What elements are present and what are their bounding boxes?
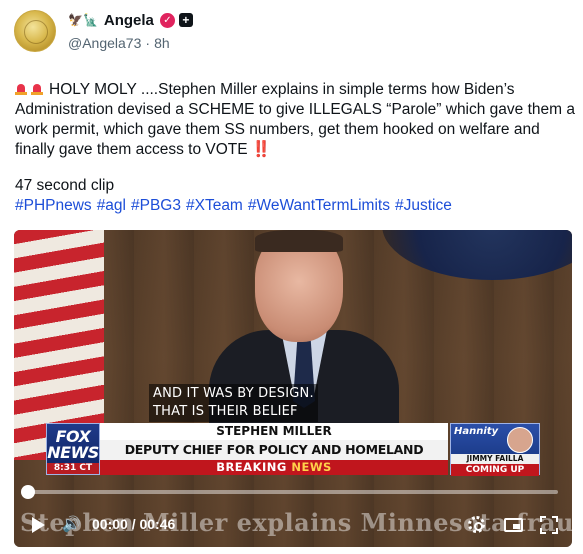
verified-badge-icon: ✓	[159, 12, 175, 28]
hashtag-list: #PHPnews #agl #PBG3 #XTeam #WeWantTermLi…	[15, 197, 452, 215]
subscribe-plus-icon[interactable]: +	[178, 13, 193, 27]
duration: 00:46	[139, 516, 176, 532]
hashtag-link[interactable]: #Justice	[395, 197, 452, 215]
volume-icon[interactable]: 🔊	[62, 515, 81, 533]
video-controls: 🔊 00:00 / 00:46	[14, 503, 572, 547]
caption-line-1: AND IT WAS BY DESIGN.	[153, 386, 314, 401]
double-exclamation-icon: ‼️	[251, 141, 272, 158]
hashtag-link[interactable]: #XTeam	[186, 197, 243, 215]
author-handle[interactable]: @Angela73	[68, 35, 141, 51]
video-caption: AND IT WAS BY DESIGN. THAT IS THEIR BELI…	[149, 384, 318, 422]
hashtag-link[interactable]: #PHPnews	[15, 197, 92, 215]
name-emoji-prefix: 🦅🗽	[68, 13, 98, 27]
post-header: 🦅🗽 Angela ✓ +	[68, 10, 193, 30]
author-name[interactable]: Angela	[104, 12, 154, 29]
current-time: 00:00	[92, 516, 128, 532]
picture-in-picture-icon[interactable]	[504, 518, 523, 532]
network-logo-line-2: NEWS	[47, 443, 99, 462]
time-readout: 00:00 / 00:46	[92, 516, 176, 532]
caption-line-2: THAT IS THEIR BELIEF	[153, 404, 298, 419]
hashtag-link[interactable]: #WeWantTermLimits	[248, 197, 390, 215]
avatar[interactable]	[14, 10, 56, 52]
breaking-news-bar: BREAKING NEWS	[100, 460, 448, 475]
post-text-main: HOLY MOLY ....Stephen Miller explains in…	[15, 81, 575, 158]
show-name: Hannity	[454, 426, 499, 437]
hashtag-link[interactable]: #PBG3	[131, 197, 181, 215]
gear-icon[interactable]	[468, 516, 485, 533]
breaking-word: BREAKING	[216, 460, 287, 474]
news-word: NEWS	[291, 460, 332, 474]
siren-icon	[31, 83, 43, 95]
author-meta: @Angela73 · 8h	[68, 35, 170, 51]
siren-icon	[15, 83, 27, 95]
guest-name: JIMMY FAILLA	[451, 454, 539, 464]
coming-up-label: COMING UP	[451, 464, 539, 476]
progress-scrubber-handle[interactable]	[21, 485, 35, 499]
video-player[interactable]: AND IT WAS BY DESIGN. THAT IS THEIR BELI…	[14, 230, 572, 547]
broadcast-time: 8:31 CT	[47, 463, 99, 474]
chyron-title: DEPUTY CHIEF FOR POLICY AND HOMELAND SEC…	[100, 440, 448, 477]
video-progress-bar[interactable]	[28, 490, 558, 494]
fullscreen-icon[interactable]	[540, 516, 558, 534]
play-icon[interactable]	[32, 517, 45, 533]
network-logo: FOX NEWS 8:31 CT	[46, 423, 100, 475]
guest-photo	[507, 427, 533, 453]
hashtag-link[interactable]: #agl	[97, 197, 126, 215]
upcoming-show-box: Hannity JIMMY FAILLA COMING UP	[450, 423, 540, 476]
post-time[interactable]: 8h	[154, 35, 170, 51]
clip-length-text: 47 second clip	[15, 177, 115, 194]
news-chyron: FOX NEWS 8:31 CT STEPHEN MILLER DEPUTY C…	[46, 423, 448, 477]
chyron-name: STEPHEN MILLER	[100, 423, 448, 440]
post-text: HOLY MOLY ....Stephen Miller explains in…	[15, 80, 575, 160]
meta-separator: ·	[145, 35, 151, 51]
siren-emojis	[15, 83, 43, 95]
